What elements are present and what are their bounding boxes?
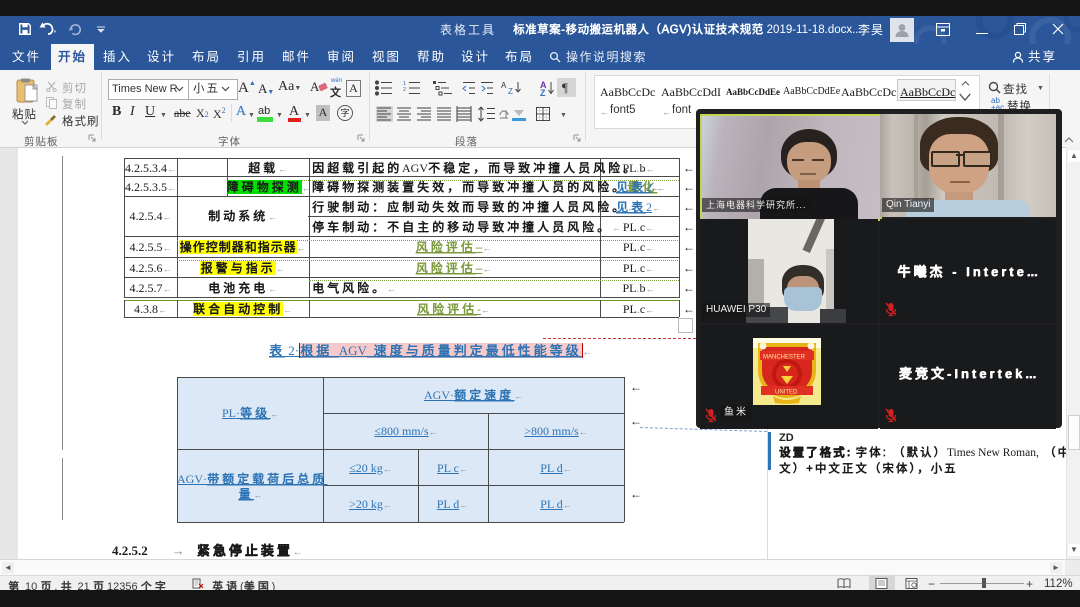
svg-text:2: 2 — [403, 87, 406, 93]
svg-text:UNITED: UNITED — [775, 390, 798, 396]
svg-text:Z: Z — [508, 87, 513, 96]
svg-text:A: A — [501, 81, 507, 90]
